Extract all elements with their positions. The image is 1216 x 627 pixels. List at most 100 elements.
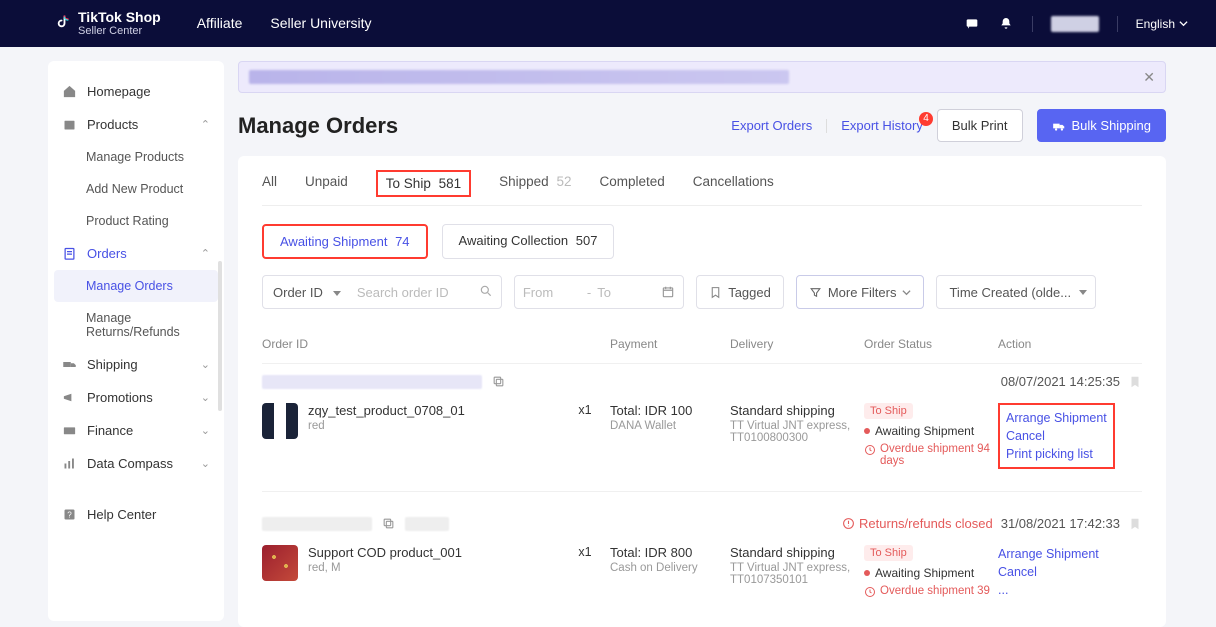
order-number-redacted[interactable] — [262, 517, 372, 531]
returns-refunds-closed: Returns/refunds closed — [842, 516, 993, 531]
truck-icon — [1052, 119, 1066, 133]
date-range[interactable]: - — [514, 275, 684, 309]
overdue-text: Overdue shipment 39 — [864, 585, 998, 598]
product-thumbnail[interactable] — [262, 403, 298, 439]
chip-awaiting-collection[interactable]: Awaiting Collection 507 — [442, 224, 615, 259]
action-cancel[interactable]: Cancel — [1006, 427, 1107, 445]
question-icon: ? — [62, 507, 77, 522]
bulk-shipping-button[interactable]: Bulk Shipping — [1037, 109, 1167, 142]
bookmark-icon[interactable] — [1128, 517, 1142, 531]
tab-all[interactable]: All — [262, 174, 277, 205]
chevron-up-icon: ⌃ — [201, 247, 210, 260]
status-badge: To Ship — [864, 545, 913, 561]
payment-method: Cash on Delivery — [610, 562, 730, 574]
truck-icon — [62, 357, 77, 372]
overdue-text: Overdue shipment 94 days — [864, 443, 998, 467]
th-payment: Payment — [610, 337, 730, 351]
order-row: Returns/refunds closed 31/08/2021 17:42:… — [262, 506, 1142, 607]
payment-total: Total: IDR 100 — [610, 403, 730, 418]
chevron-down-icon: ⌄ — [201, 391, 210, 404]
search-icon[interactable] — [479, 284, 501, 301]
page-title: Manage Orders — [238, 113, 398, 139]
order-number-redacted[interactable] — [262, 375, 482, 389]
product-title[interactable]: Support COD product_001 — [308, 545, 550, 560]
search-field-select[interactable]: Order ID — [263, 285, 349, 300]
action-arrange-shipment[interactable]: Arrange Shipment — [998, 545, 1099, 563]
chevron-down-icon — [1179, 19, 1188, 28]
sidebar-item-help-center[interactable]: ? Help Center — [48, 498, 224, 531]
sidebar-item-promotions[interactable]: Promotions ⌄ — [48, 381, 224, 414]
close-icon[interactable]: ✕ — [1143, 69, 1155, 86]
megaphone-icon — [62, 390, 77, 405]
chat-icon[interactable] — [964, 16, 980, 32]
nav-affiliate[interactable]: Affiliate — [197, 15, 243, 31]
action-print-picking-list[interactable]: Print picking list — [1006, 445, 1107, 463]
card-icon — [62, 423, 77, 438]
tab-shipped[interactable]: Shipped 52 — [499, 174, 571, 205]
order-row: 08/07/2021 14:25:35 zqy_test_product_070… — [262, 364, 1142, 477]
th-order-status: Order Status — [864, 337, 998, 351]
copy-icon[interactable] — [382, 517, 395, 530]
banner-text-redacted — [249, 70, 789, 84]
sidebar-item-homepage[interactable]: Homepage — [48, 75, 224, 108]
action-arrange-shipment[interactable]: Arrange Shipment — [1006, 409, 1107, 427]
search-input[interactable] — [349, 285, 479, 300]
logo-text-line1: TikTok Shop — [78, 10, 161, 25]
delivery-method: Standard shipping — [730, 545, 864, 560]
status-tabs: All Unpaid To Ship 581 Shipped 52 Comple… — [262, 156, 1142, 206]
sidebar-item-manage-products[interactable]: Manage Products — [48, 141, 224, 173]
home-icon — [62, 84, 77, 99]
sort-select[interactable]: Time Created (olde... — [936, 275, 1096, 309]
bookmark-icon[interactable] — [1128, 375, 1142, 389]
bell-icon[interactable] — [998, 16, 1014, 32]
logo-text-line2: Seller Center — [78, 25, 161, 37]
product-qty: x1 — [560, 403, 610, 469]
export-history-link[interactable]: Export History 4 — [841, 118, 923, 133]
action-links-highlighted: Arrange Shipment Cancel Print picking li… — [998, 403, 1115, 469]
status-badge: To Ship — [864, 403, 913, 419]
bulk-print-button[interactable]: Bulk Print — [937, 109, 1023, 142]
product-thumbnail[interactable] — [262, 545, 298, 581]
sidebar-item-products[interactable]: Products ⌃ — [48, 108, 224, 141]
clipboard-icon — [62, 246, 77, 261]
date-to-input[interactable] — [597, 285, 655, 300]
sidebar-item-add-new-product[interactable]: Add New Product — [48, 173, 224, 205]
order-timestamp: 31/08/2021 17:42:33 — [1001, 516, 1120, 531]
orderid-search: Order ID — [262, 275, 502, 309]
sidebar-item-manage-returns[interactable]: Manage Returns/Refunds — [48, 302, 224, 348]
seller-name-redacted[interactable] — [1051, 16, 1099, 32]
payment-method: DANA Wallet — [610, 420, 730, 432]
sidebar-item-manage-orders[interactable]: Manage Orders — [54, 270, 218, 302]
tab-unpaid[interactable]: Unpaid — [305, 174, 348, 205]
date-from-input[interactable] — [523, 285, 581, 300]
nav-seller-university[interactable]: Seller University — [270, 15, 371, 31]
chip-awaiting-shipment[interactable]: Awaiting Shipment 74 — [262, 224, 428, 259]
table-header: Order ID Payment Delivery Order Status A… — [262, 325, 1142, 364]
chevron-down-icon — [902, 288, 911, 297]
tagged-button[interactable]: Tagged — [696, 275, 784, 309]
tab-to-ship[interactable]: To Ship 581 — [376, 170, 471, 197]
product-qty: x1 — [560, 545, 610, 599]
sidebar-item-orders[interactable]: Orders ⌃ — [48, 237, 224, 270]
delivery-method: Standard shipping — [730, 403, 864, 418]
shipment-subtabs: Awaiting Shipment 74 Awaiting Collection… — [262, 206, 1142, 275]
copy-icon[interactable] — [492, 375, 505, 388]
language-switcher[interactable]: English — [1136, 17, 1188, 31]
tab-completed[interactable]: Completed — [599, 174, 664, 205]
product-title[interactable]: zqy_test_product_0708_01 — [308, 403, 550, 418]
export-orders-link[interactable]: Export Orders — [731, 118, 812, 133]
more-filters-button[interactable]: More Filters — [796, 275, 925, 309]
sidebar-item-product-rating[interactable]: Product Rating — [48, 205, 224, 237]
extra-redacted — [405, 517, 449, 531]
chevron-up-icon: ⌃ — [201, 118, 210, 131]
action-cancel[interactable]: Cancel — [998, 563, 1099, 581]
logo[interactable]: TikTok Shop Seller Center — [52, 10, 161, 37]
sidebar-item-data-compass[interactable]: Data Compass ⌄ — [48, 447, 224, 480]
sidebar-item-finance[interactable]: Finance ⌄ — [48, 414, 224, 447]
tab-cancellations[interactable]: Cancellations — [693, 174, 774, 205]
scrollbar[interactable] — [218, 261, 222, 411]
main-content: ✕ Manage Orders Export Orders Export His… — [238, 61, 1216, 627]
bookmark-icon — [709, 286, 722, 299]
sidebar-item-shipping[interactable]: Shipping ⌄ — [48, 348, 224, 381]
action-more[interactable]: ... — [998, 581, 1099, 599]
